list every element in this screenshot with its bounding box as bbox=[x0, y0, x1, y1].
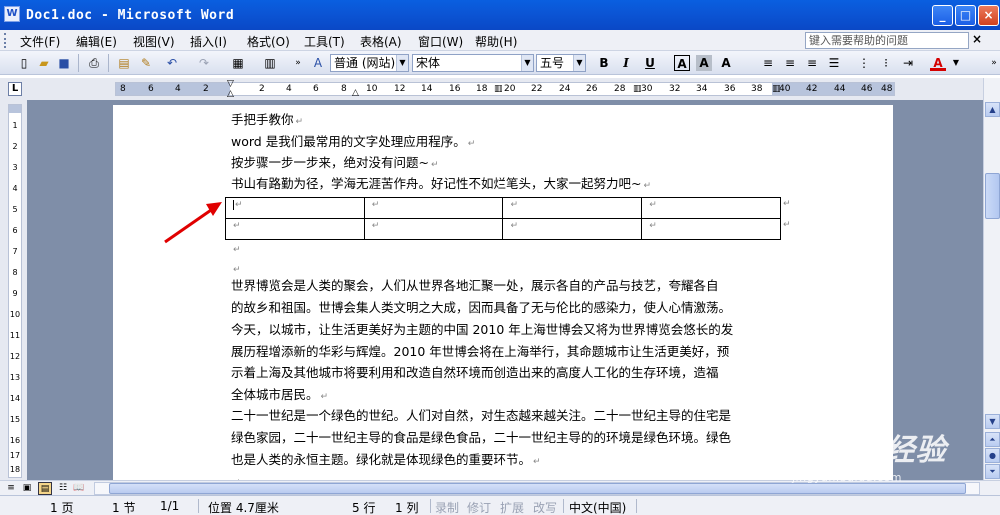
menu-format[interactable]: 格式(O) bbox=[247, 33, 290, 50]
undo-icon[interactable]: ↶ bbox=[164, 55, 180, 71]
align-center-icon[interactable]: ≡ bbox=[782, 55, 798, 71]
previous-page-icon[interactable]: ⏶ bbox=[985, 432, 1000, 447]
menu-help[interactable]: 帮助(H) bbox=[475, 33, 517, 50]
help-question-input[interactable]: 键入需要帮助的问题 bbox=[805, 32, 969, 49]
new-document-icon[interactable]: ▯ bbox=[16, 55, 32, 71]
bullets-icon[interactable]: ⁝ bbox=[878, 55, 894, 71]
reading-layout-icon[interactable]: 📖 bbox=[72, 482, 86, 495]
status-line: 5 行 bbox=[352, 501, 376, 515]
document-workspace: 手把手教你 ↵ word 是我们最常用的文字处理应用程序。 ↵ 按步骤一步一步来，绝… bbox=[27, 100, 983, 480]
menu-tools[interactable]: 工具(T) bbox=[304, 33, 345, 50]
status-language: 中文(中国) bbox=[569, 501, 627, 515]
format-painter-icon[interactable]: ✎ bbox=[138, 55, 154, 71]
next-page-icon[interactable]: ⏷ bbox=[985, 464, 1000, 479]
column-marker[interactable]: ▥ bbox=[772, 84, 781, 94]
status-overtype[interactable]: 改写 bbox=[533, 499, 557, 515]
chevron-down-icon[interactable]: ▼ bbox=[396, 55, 408, 71]
watermark-url: jingyan.baidu.com bbox=[792, 471, 903, 484]
chevron-down-icon[interactable]: ▼ bbox=[521, 55, 533, 71]
status-page: 1 页 bbox=[50, 501, 74, 515]
title-bar: W Doc1.doc - Microsoft Word _ □ × bbox=[0, 0, 1000, 30]
open-folder-icon[interactable]: ▰ bbox=[36, 55, 52, 71]
font-color-button[interactable]: A bbox=[930, 55, 946, 71]
character-scaling-icon[interactable]: A bbox=[718, 55, 734, 71]
menu-edit[interactable]: 编辑(E) bbox=[76, 33, 117, 50]
baidu-jingyan-watermark: Baidu 经验 jingyan.baidu.com bbox=[772, 425, 982, 487]
menu-view[interactable]: 视图(V) bbox=[133, 33, 175, 50]
font-size-value: 五号 bbox=[540, 56, 565, 70]
document-close-icon[interactable]: × bbox=[972, 32, 982, 46]
style-select[interactable]: 普通 (网站) ▼ bbox=[330, 54, 409, 72]
hanging-indent-marker[interactable]: △ bbox=[227, 89, 234, 99]
web-layout-view-icon[interactable]: ▣ bbox=[20, 482, 34, 495]
watermark-brand: Baidu 经验 bbox=[772, 433, 947, 468]
chevron-down-icon[interactable]: ▼ bbox=[948, 55, 964, 71]
first-line-indent-marker[interactable]: ▽ bbox=[227, 79, 234, 89]
maximize-button[interactable]: □ bbox=[955, 5, 976, 26]
align-right-icon[interactable]: ≡ bbox=[804, 55, 820, 71]
font-select[interactable]: 宋体 ▼ bbox=[412, 54, 534, 72]
font-size-select[interactable]: 五号 ▼ bbox=[536, 54, 586, 72]
justify-icon[interactable]: ☰ bbox=[826, 55, 842, 71]
save-icon[interactable]: ■ bbox=[56, 55, 72, 71]
indent-icon[interactable]: ⇥ bbox=[900, 55, 916, 71]
menu-table[interactable]: 表格(A) bbox=[360, 33, 402, 50]
minimize-button[interactable]: _ bbox=[932, 5, 953, 26]
print-icon[interactable]: ⎙ bbox=[86, 55, 102, 71]
columns-icon[interactable]: ▥ bbox=[262, 55, 278, 71]
status-page-of: 1/1 bbox=[160, 499, 180, 513]
menu-file[interactable]: 文件(F) bbox=[20, 33, 60, 50]
vertical-ruler-pane: 1 2 3 4 5 6 7 8 9 10 11 12 13 14 15 16 1… bbox=[0, 100, 27, 480]
character-shading-button[interactable]: A bbox=[696, 55, 712, 71]
paste-icon[interactable]: ▤ bbox=[116, 55, 132, 71]
bold-button[interactable]: B bbox=[596, 55, 612, 71]
status-section: 1 节 bbox=[112, 501, 136, 515]
select-browse-object-icon[interactable]: ● bbox=[985, 448, 1000, 463]
vertical-ruler[interactable]: 1 2 3 4 5 6 7 8 9 10 11 12 13 14 15 16 1… bbox=[8, 104, 22, 478]
red-annotation-arrow bbox=[164, 202, 222, 244]
scroll-down-icon[interactable]: ▼ bbox=[985, 414, 1000, 429]
horizontal-ruler[interactable]: 8 6 4 2 2 4 6 8 10 12 14 16 18 20 22 24 … bbox=[115, 79, 895, 99]
menu-grip[interactable] bbox=[4, 33, 7, 48]
chevron-down-icon[interactable]: ▼ bbox=[573, 55, 585, 71]
align-left-icon[interactable]: ≡ bbox=[760, 55, 776, 71]
toolbar-options-icon[interactable]: » bbox=[290, 55, 306, 71]
print-layout-view-icon[interactable]: ▤ bbox=[38, 482, 52, 495]
menu-bar: 文件(F) 编辑(E) 视图(V) 插入(I) 格式(O) 工具(T) 表格(A… bbox=[0, 30, 1000, 51]
column-marker[interactable]: △ bbox=[352, 88, 359, 98]
scroll-up-icon[interactable]: ▲ bbox=[985, 102, 1000, 117]
word-app-icon[interactable]: W bbox=[4, 6, 20, 22]
vertical-scrollbar[interactable]: ▲ ▼ ⏶ ● ⏷ bbox=[983, 78, 1000, 480]
font-select-value: 宋体 bbox=[416, 56, 441, 70]
outline-view-icon[interactable]: ☷ bbox=[56, 482, 70, 495]
menu-insert[interactable]: 插入(I) bbox=[190, 33, 227, 50]
status-extend[interactable]: 扩展 bbox=[500, 499, 524, 515]
status-column: 1 列 bbox=[395, 501, 419, 515]
style-select-value: 普通 (网站) bbox=[334, 56, 396, 70]
toolbar: ▯ ▰ ■ ⎙ ▤ ✎ ↶ ↷ ▦ ▥ » A 普通 (网站) ▼ 宋体 ▼ 五… bbox=[0, 51, 1000, 75]
menu-window[interactable]: 窗口(W) bbox=[418, 33, 463, 50]
vertical-scroll-thumb[interactable] bbox=[985, 173, 1000, 219]
status-position: 位置 4.7厘米 bbox=[208, 501, 279, 515]
redo-icon[interactable]: ↷ bbox=[196, 55, 212, 71]
column-marker[interactable]: ▥ bbox=[633, 84, 642, 94]
status-record[interactable]: 录制 bbox=[435, 499, 459, 515]
tab-selector[interactable]: L bbox=[8, 82, 22, 96]
normal-view-icon[interactable]: ≡ bbox=[4, 482, 18, 495]
italic-button[interactable]: I bbox=[618, 55, 634, 71]
table-icon[interactable]: ▦ bbox=[230, 55, 246, 71]
close-button[interactable]: × bbox=[978, 5, 999, 26]
window-title: Doc1.doc - Microsoft Word bbox=[26, 8, 235, 23]
styles-pane-icon[interactable]: A bbox=[310, 55, 326, 71]
character-border-button[interactable]: A bbox=[674, 55, 690, 71]
toolbar-options-icon[interactable]: » bbox=[986, 55, 1000, 71]
status-track-changes[interactable]: 修订 bbox=[467, 499, 491, 515]
column-marker[interactable]: ▥ bbox=[494, 84, 503, 94]
status-bar: 1 页 1 节 1/1 位置 4.7厘米 5 行 1 列 录制 修订 扩展 改写… bbox=[0, 495, 1000, 515]
horizontal-ruler-row: L 8 6 4 2 2 4 6 8 10 12 14 16 18 20 22 2… bbox=[0, 78, 1000, 100]
numbering-icon[interactable]: ⋮ bbox=[856, 55, 872, 71]
underline-button[interactable]: U bbox=[642, 55, 658, 71]
